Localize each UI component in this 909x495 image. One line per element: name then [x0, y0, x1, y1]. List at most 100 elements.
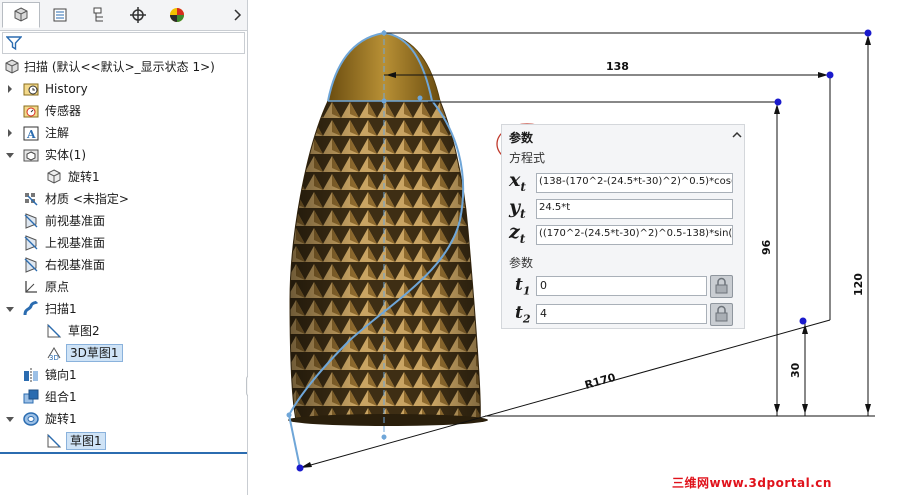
tree-item-front-plane[interactable]: 前视基准面	[0, 210, 247, 232]
parameters-section-label: 参数	[509, 256, 534, 270]
z-subscript: t	[519, 231, 526, 246]
x-equation-input[interactable]: (138-(170^2-(24.5*t-30)^2)^0.5)*cos(t)	[536, 173, 733, 193]
y-equation-input[interactable]: 24.5*t	[536, 199, 733, 219]
tree-item-label: 3D草图1	[66, 344, 123, 362]
graphics-viewport[interactable]: 138 96 120 30 R170 参数 方程式 xt (138-(170^2…	[248, 0, 909, 495]
tree-item-label: 原点	[45, 280, 70, 294]
y-subscript: t	[520, 206, 526, 221]
annotation-icon: A	[23, 126, 39, 141]
tree-item-body-revolve[interactable]: 旋转1	[0, 166, 247, 188]
dim-r170[interactable]: R170	[583, 371, 617, 392]
tree-item-mirror[interactable]: 镜向1	[0, 364, 247, 386]
material-icon	[25, 193, 38, 206]
property-manager-icon	[53, 8, 67, 22]
chevron-right-icon[interactable]	[5, 128, 15, 138]
plane-icon	[24, 213, 38, 229]
t1-lock-button[interactable]	[710, 275, 733, 298]
tree-item-sketch2[interactable]: 草图2	[0, 320, 247, 342]
t1-input[interactable]: 0	[536, 276, 707, 296]
chevron-up-icon[interactable]	[731, 130, 743, 140]
equation-panel-title: 参数	[509, 131, 534, 145]
tree-item-label: 右视基准面	[45, 258, 106, 272]
tree-item-sketch1[interactable]: 草图1	[0, 430, 247, 452]
solid-bodies-icon	[23, 149, 39, 162]
tree-item-origin[interactable]: 原点	[0, 276, 247, 298]
z-label: zt	[509, 221, 525, 246]
tree-item-annotations[interactable]: A 注解	[0, 122, 247, 144]
tree-item-top-plane[interactable]: 上视基准面	[0, 232, 247, 254]
tree-item-3d-sketch1[interactable]: 3D 3D草图1	[0, 342, 247, 364]
crosshair-icon	[130, 7, 146, 23]
watermark: 三维网www.3dportal.cn	[672, 476, 832, 490]
t2-label: t2	[515, 303, 531, 325]
x-symbol: x	[509, 169, 521, 191]
filter-input[interactable]	[2, 32, 245, 54]
display-manager-icon	[170, 8, 184, 22]
sweep-icon	[23, 300, 39, 316]
tree-item-label: 实体(1)	[45, 148, 86, 162]
tree-item-right-plane[interactable]: 右视基准面	[0, 254, 247, 276]
t2-subscript: 2	[522, 312, 531, 326]
sensor-icon	[23, 105, 39, 118]
tree-item-label: History	[45, 82, 88, 96]
tree-item-solid-bodies[interactable]: 实体(1)	[0, 144, 247, 166]
z-equation-input[interactable]: ((170^2-(24.5*t-30)^2)^0.5-138)*sin(t)	[536, 225, 733, 245]
t1-label: t1	[515, 275, 531, 297]
tree-item-label: 注解	[45, 126, 70, 140]
tree-root[interactable]: 扫描 (默认<<默认>_显示状态 1>)	[0, 56, 247, 78]
equation-panel: 参数 方程式 xt (138-(170^2-(24.5*t-30)^2)^0.5…	[501, 124, 745, 329]
tree-item-label: 扫描1	[45, 302, 77, 316]
dim-96[interactable]: 96	[760, 239, 773, 255]
body-icon	[47, 169, 61, 184]
tree-item-label: 传感器	[45, 104, 82, 118]
t1-subscript: 1	[522, 284, 531, 298]
chevron-right-icon[interactable]	[232, 7, 244, 23]
tab-property-manager[interactable]	[41, 2, 79, 28]
plane-icon	[24, 257, 38, 273]
tab-dimxpert-manager[interactable]	[119, 2, 157, 28]
revolve-icon	[23, 412, 39, 426]
origin-icon	[25, 281, 37, 293]
tree-item-sensors[interactable]: 传感器	[0, 100, 247, 122]
tree-item-revolve[interactable]: 旋转1	[0, 408, 247, 430]
tree-item-combine[interactable]: 组合1	[0, 386, 247, 408]
tree-item-material[interactable]: 材质 <未指定>	[0, 188, 247, 210]
mirror-icon	[24, 368, 38, 382]
tree-item-label: 材质 <未指定>	[45, 192, 129, 206]
tab-configuration-manager[interactable]	[80, 2, 118, 28]
feature-manager-panel: 扫描 (默认<<默认>_显示状态 1>) History 传感器 A 注解 实体…	[0, 0, 248, 495]
y-label: yt	[509, 196, 526, 221]
tree-item-label: 旋转1	[45, 412, 77, 426]
lock-icon	[715, 277, 728, 294]
dim-138[interactable]: 138	[606, 60, 629, 73]
chevron-right-icon[interactable]	[5, 84, 15, 94]
t2-lock-button[interactable]	[710, 303, 733, 326]
tree-item-label: 草图2	[68, 324, 100, 338]
part-icon	[5, 59, 19, 74]
svg-text:3D: 3D	[49, 354, 59, 362]
plane-icon	[24, 235, 38, 251]
rollback-bar[interactable]	[0, 452, 247, 454]
tree-item-label: 旋转1	[68, 170, 100, 184]
dim-120[interactable]: 120	[852, 273, 865, 296]
tab-feature-tree[interactable]	[2, 2, 40, 28]
t1-symbol: t	[515, 275, 523, 295]
history-folder-icon	[23, 83, 39, 96]
equation-section-label: 方程式	[509, 151, 546, 165]
t2-symbol: t	[515, 303, 523, 323]
chevron-down-icon[interactable]	[5, 304, 15, 314]
3d-sketch-icon: 3D	[47, 347, 61, 362]
tree-item-label: 草图1	[66, 432, 106, 450]
tree-item-sweep[interactable]: 扫描1	[0, 298, 247, 320]
t2-input[interactable]: 4	[536, 304, 707, 324]
svg-text:A: A	[26, 128, 36, 141]
x-label: xt	[509, 169, 526, 194]
sketch-icon	[47, 323, 62, 338]
chevron-down-icon[interactable]	[5, 150, 15, 160]
tree-item-label: 组合1	[45, 390, 77, 404]
lock-icon	[715, 305, 728, 322]
dim-30[interactable]: 30	[789, 362, 802, 378]
chevron-down-icon[interactable]	[5, 414, 15, 424]
tree-item-history[interactable]: History	[0, 78, 247, 100]
tab-display-manager[interactable]	[158, 2, 196, 28]
